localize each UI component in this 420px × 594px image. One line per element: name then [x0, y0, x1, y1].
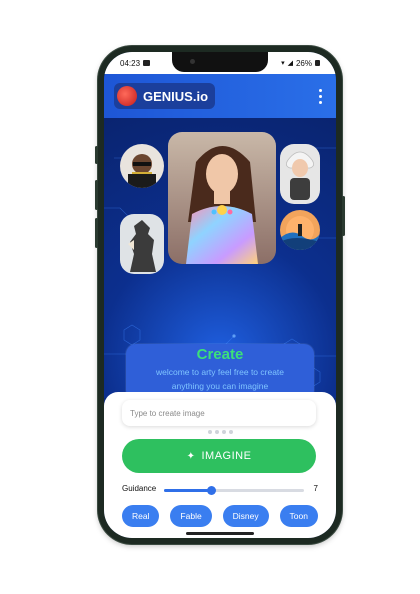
phone-side-button — [95, 218, 98, 248]
gallery-thumb-featured-portrait[interactable] — [168, 132, 276, 264]
gallery-thumb-godzilla[interactable] — [120, 214, 164, 274]
home-indicator[interactable] — [186, 532, 254, 535]
guidance-value: 7 — [313, 484, 318, 493]
style-chip-real[interactable]: Real — [122, 505, 160, 527]
battery-icon — [315, 60, 320, 66]
phone-power-button — [342, 196, 345, 236]
app-name: GENIUS.io — [143, 88, 209, 104]
guidance-label: Guidance — [122, 484, 157, 493]
wifi-icon: ▾ — [281, 60, 285, 67]
status-time: 04:23 — [120, 58, 141, 68]
sparkle-icon: ✦ — [186, 450, 196, 462]
brand[interactable]: GENIUS.io — [114, 83, 216, 109]
logo-icon — [117, 86, 137, 106]
guidance-slider-fill — [164, 489, 212, 492]
gallery-thumb-rapper[interactable] — [120, 144, 164, 188]
phone-frame: 04:23 ▾ ◢ 26% GENIUS.io Create welcome t… — [95, 46, 345, 544]
guidance-row: Guidance 7 — [122, 484, 318, 498]
imagine-button[interactable]: ✦ IMAGINE — [122, 439, 316, 473]
app-screen: 04:23 ▾ ◢ 26% GENIUS.io Create welcome t… — [104, 52, 336, 538]
style-chip-disney[interactable]: Disney — [222, 505, 269, 527]
guidance-slider[interactable] — [164, 486, 304, 495]
style-chips: Real Fable Disney Toon — [122, 505, 318, 527]
create-subtitle: welcome to arty feel free to create anyt… — [155, 367, 285, 391]
status-bar: 04:23 ▾ ◢ 26% — [104, 52, 336, 74]
drag-handle[interactable] — [208, 430, 233, 434]
bottom-sheet: ✦ IMAGINE Guidance 7 Real Fable Disney T… — [104, 392, 336, 538]
notch — [172, 52, 268, 72]
battery-level: 26% — [295, 58, 312, 68]
phone-side-button — [95, 146, 98, 164]
notification-icon — [143, 60, 151, 66]
gallery-thumb-landscape[interactable] — [280, 210, 320, 250]
guidance-slider-thumb[interactable] — [207, 486, 217, 495]
hero-section: Create welcome to arty feel free to crea… — [104, 118, 336, 400]
phone-side-button — [95, 180, 98, 210]
create-title: Create — [196, 346, 244, 363]
app-bar: GENIUS.io — [104, 74, 336, 118]
style-chip-toon[interactable]: Toon — [279, 505, 318, 527]
imagine-label: IMAGINE — [201, 450, 252, 462]
more-options-icon[interactable] — [315, 85, 326, 108]
style-chip-fable[interactable]: Fable — [170, 505, 212, 527]
prompt-input[interactable] — [122, 400, 316, 426]
signal-icon: ◢ — [287, 60, 293, 67]
gallery-thumb-einstein[interactable] — [280, 144, 320, 204]
